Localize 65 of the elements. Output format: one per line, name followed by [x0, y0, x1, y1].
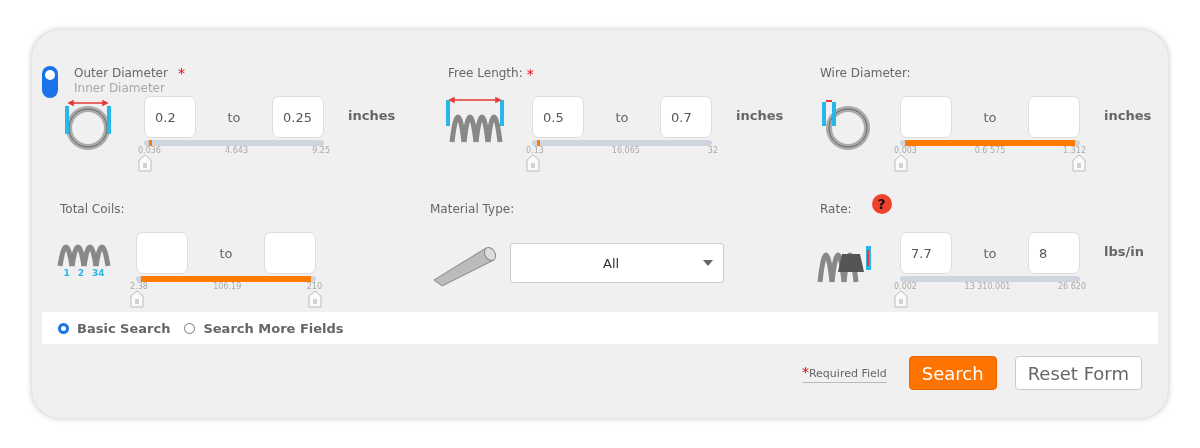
material-dropdown[interactable]: All: [510, 243, 724, 283]
search-mode-option[interactable]: Basic Search: [58, 320, 171, 336]
tick-label: 2.38: [130, 282, 148, 291]
toggle-option[interactable]: Outer Diameter: [74, 66, 168, 81]
slider-handle: [1072, 154, 1086, 172]
unit-label: inches: [348, 108, 396, 123]
number-field[interactable]: [1028, 96, 1080, 138]
required-mark: *: [177, 66, 185, 81]
radio-button[interactable]: [58, 322, 69, 334]
slider-handle: [526, 154, 540, 172]
tick-label: 9.25: [312, 146, 330, 155]
tick-label: 0.036: [138, 146, 161, 155]
required-mark: *: [526, 66, 534, 82]
tick-label: 210: [306, 282, 322, 291]
reset-button[interactable]: Reset Form: [1014, 356, 1142, 390]
tick-label: 26 620: [1058, 282, 1086, 291]
to-label: to: [983, 245, 997, 261]
number-field[interactable]: 0.2: [144, 96, 196, 138]
tick-label: 0.002: [894, 282, 917, 291]
tick-label: 4.643: [225, 146, 248, 155]
search-mode-option[interactable]: Search More Fields: [184, 320, 344, 336]
field-label: Wire Diameter:: [820, 66, 911, 80]
field-label: Total Coils:: [60, 202, 125, 216]
number-field[interactable]: [264, 232, 316, 274]
to-label: to: [615, 109, 629, 125]
number-field[interactable]: 7.7: [900, 232, 952, 274]
coil-number: 1: [63, 268, 70, 278]
toggle-switch[interactable]: [42, 66, 58, 98]
slider-handle: [130, 290, 144, 308]
number-field[interactable]: [900, 96, 952, 138]
required-note: *Required Field: [801, 363, 887, 383]
slider-handle: [894, 290, 908, 308]
tick-label: 0.13: [526, 146, 544, 155]
slider-track[interactable]: [144, 140, 324, 146]
number-field[interactable]: [136, 232, 188, 274]
unit-label: inches: [736, 108, 784, 123]
tick-label: 1.312: [1063, 146, 1086, 155]
number-field[interactable]: 0.25: [272, 96, 324, 138]
to-label: to: [227, 109, 241, 125]
number-field[interactable]: 8: [1028, 232, 1080, 274]
number-field[interactable]: 0.5: [532, 96, 584, 138]
field-label: Material Type:: [430, 202, 515, 216]
number-field[interactable]: 0.7: [660, 96, 712, 138]
slider-handle: [894, 154, 908, 172]
caret-icon: [703, 260, 713, 266]
slider-track[interactable]: [900, 276, 1080, 282]
unit-label: inches: [1104, 108, 1152, 123]
tick-label: 0.003: [894, 146, 917, 155]
tick-label: 0.6 575: [974, 146, 1006, 155]
coil-number: 2: [77, 268, 84, 278]
tick-label: 13 310.001: [964, 282, 1011, 291]
to-label: to: [983, 109, 997, 125]
field-label: Free Length:: [448, 66, 523, 80]
tick-label: 32: [707, 146, 718, 155]
tick-label: 16.065: [611, 146, 640, 155]
coil-number: 34: [92, 268, 105, 278]
help-icon[interactable]: ?: [871, 194, 892, 214]
to-label: to: [219, 245, 233, 261]
radio-button[interactable]: [184, 322, 196, 334]
field-label: Rate:: [820, 202, 852, 216]
slider-track[interactable]: [532, 140, 712, 146]
tick-label: 106.19: [213, 282, 242, 291]
unit-label: lbs/in: [1104, 244, 1144, 259]
slider-handle: [138, 154, 152, 172]
slider-handle: [308, 290, 322, 308]
